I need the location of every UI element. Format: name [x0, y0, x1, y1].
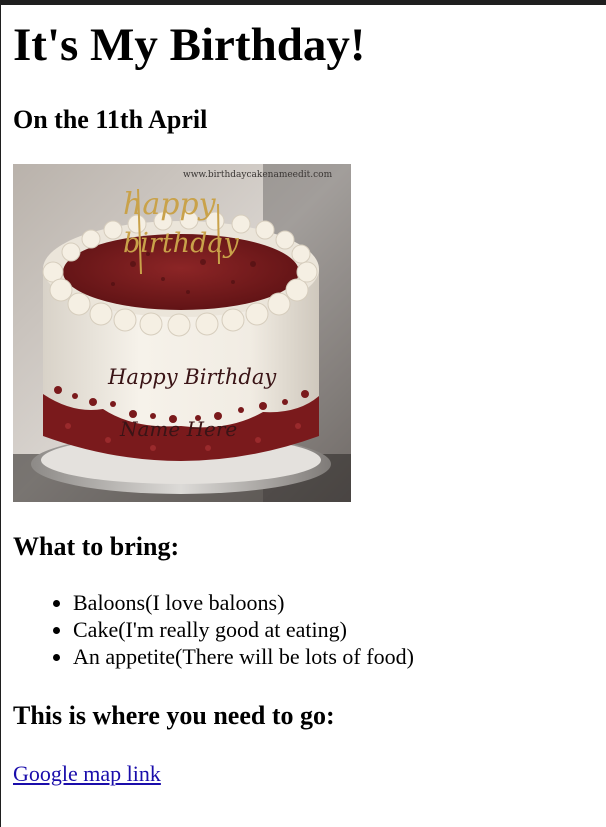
cake-text-happy-birthday: Happy Birthday [107, 365, 277, 389]
list-item: Baloons(I love baloons) [73, 589, 414, 616]
page-title: It's My Birthday! [13, 19, 366, 71]
what-to-bring-heading: What to bring: [13, 532, 180, 561]
cake-text-name-here: Name Here [119, 417, 237, 441]
list-item: An appetite(There will be lots of food) [73, 643, 414, 670]
birthday-cake-image: happy birthday www.birthdaycakenameedit.… [13, 164, 351, 502]
window-top-border [0, 0, 606, 5]
date-heading: On the 11th April [13, 105, 208, 134]
topper-text-happy: happy [123, 187, 217, 222]
list-item: Cake(I'm really good at eating) [73, 616, 414, 643]
google-map-link[interactable]: Google map link [13, 761, 161, 787]
location-heading: This is where you need to go: [13, 701, 335, 730]
image-watermark: www.birthdaycakenameedit.com [183, 170, 333, 180]
window-left-border [0, 5, 1, 827]
what-to-bring-list: Baloons(I love baloons) Cake(I'm really … [13, 589, 414, 670]
topper-text-birthday: birthday [123, 228, 239, 259]
